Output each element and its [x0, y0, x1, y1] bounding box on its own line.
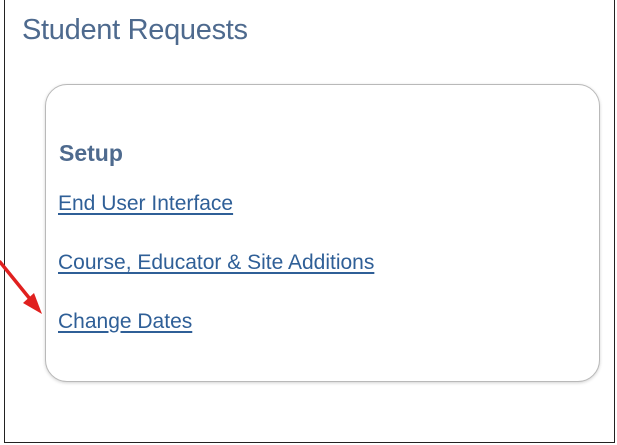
page-title: Student Requests — [22, 14, 248, 46]
change-dates-link[interactable]: Change Dates — [58, 310, 192, 334]
course-educator-site-additions-link[interactable]: Course, Educator & Site Additions — [58, 251, 374, 275]
red-arrow-icon — [0, 260, 42, 314]
section-heading-setup: Setup — [59, 140, 123, 166]
end-user-interface-link[interactable]: End User Interface — [58, 192, 233, 216]
setup-card — [45, 84, 600, 382]
